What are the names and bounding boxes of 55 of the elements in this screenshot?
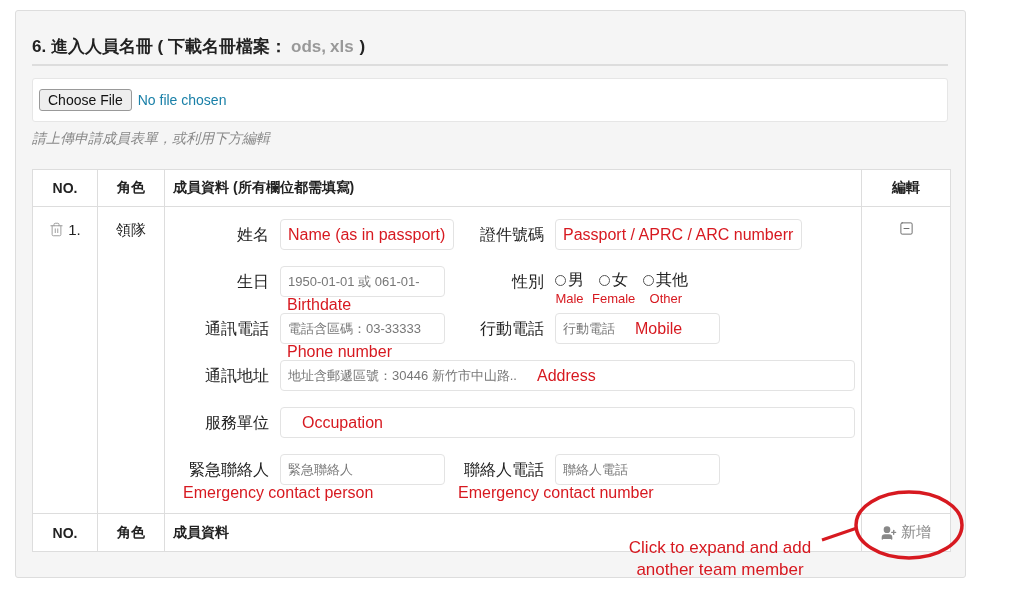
file-status: No file chosen (137, 92, 227, 108)
annotation-text: Passport / APRC / ARC numberr (563, 226, 794, 243)
column-header: 成員資料 (173, 523, 229, 542)
input-field[interactable]: 聯絡人電話 (555, 454, 720, 485)
radio-icon[interactable] (643, 275, 655, 286)
radio-option[interactable]: 男 (555, 270, 584, 291)
input-field[interactable]: 行動電話 Mobile (555, 313, 720, 344)
column-header: 成員資料 (所有欄位都需填寫) (173, 179, 355, 197)
column-header: NO. (52, 180, 78, 196)
add-member-button[interactable]: 新增 (877, 521, 935, 544)
input-field[interactable]: 緊急聯絡人 (280, 454, 445, 485)
input-field[interactable]: Occupation (280, 407, 855, 438)
section-title: 6. 進入人員名冊 ( 下載名冊檔案： (32, 37, 287, 56)
field-label: 通訊電話 (205, 319, 269, 339)
field-label: 生日 (237, 272, 269, 292)
field-label: 性別 (512, 272, 544, 292)
input-field[interactable]: Name (as in passport) (280, 219, 455, 250)
upload-hint: 請上傳申請成員表單，或利用下方編輯 (32, 130, 272, 148)
annotation-text: Phone number (287, 344, 392, 360)
section-title: ) (359, 37, 366, 56)
column-header: NO. (52, 524, 78, 541)
annotation-text: Name (as in passport) (288, 226, 446, 243)
annotation-text: Male (555, 291, 584, 306)
input-field[interactable]: 1950-01-01 或 061-01- (280, 266, 445, 297)
radio-icon[interactable] (599, 275, 611, 286)
field-label: 聯絡人電話 (464, 460, 544, 480)
callout-text: Click to expand and add another team member (627, 537, 813, 581)
annotation-text: Female (592, 291, 636, 306)
column-header: 角色 (117, 179, 145, 197)
column-header: 編輯 (892, 179, 920, 197)
role-text: 領隊 (116, 221, 146, 240)
field-label: 緊急聯絡人 (189, 460, 269, 480)
annotation-text: Occupation (302, 414, 383, 431)
annotation-text: Other (649, 291, 683, 306)
field-label: 證件號碼 (480, 225, 544, 245)
column-header: 角色 (117, 523, 145, 542)
annotation-text: Mobile (635, 320, 683, 337)
annotation-text: Address (537, 367, 596, 384)
annotation-text: Emergency contact number (458, 485, 654, 501)
radio-option[interactable]: 其他 (643, 270, 689, 291)
collapse-icon[interactable] (898, 221, 914, 236)
radio-option[interactable]: 女 (599, 270, 629, 291)
input-field[interactable]: 電話含區碼：03-33333 (280, 313, 445, 344)
choose-file-button[interactable]: Choose File (39, 89, 132, 111)
field-label: 服務單位 (205, 413, 269, 433)
input-field[interactable]: 地址含郵遞區號：30446 新竹市中山路.. Address (280, 360, 855, 391)
field-label: 通訊地址 (205, 366, 269, 386)
radio-icon[interactable] (555, 275, 566, 286)
add-user-icon (881, 524, 897, 541)
field-label: 行動電話 (480, 319, 544, 339)
annotation-text: Emergency contact person (183, 485, 374, 501)
field-label: 姓名 (237, 225, 269, 245)
annotation-text: Birthdate (287, 297, 352, 313)
row-number: 1. (68, 221, 81, 238)
input-field[interactable]: Passport / APRC / ARC numberr (555, 219, 803, 250)
